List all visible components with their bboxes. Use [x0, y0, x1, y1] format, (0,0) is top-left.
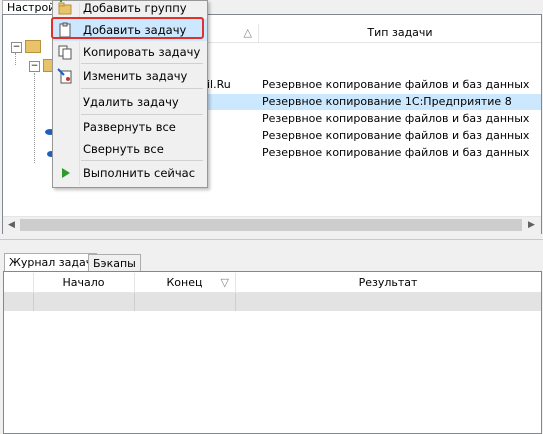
- menu-item-label: Развернуть все: [83, 120, 176, 134]
- menu-item-label: Свернуть все: [83, 142, 164, 156]
- sort-indicator: ▽: [220, 276, 229, 289]
- menu-item-label: Удалить задачу: [83, 95, 179, 109]
- scroll-right-icon[interactable]: ▶: [524, 218, 539, 233]
- tree-collapse-icon[interactable]: −: [11, 42, 22, 53]
- journal-grid-header: Начало Конец ▽ Результат: [4, 273, 541, 293]
- play-icon: [62, 168, 70, 178]
- menu-item-label: Копировать задачу: [83, 45, 201, 59]
- menu-separator: [81, 114, 203, 115]
- task-type: Резервное копирование 1С:Предприятие 8: [262, 95, 512, 108]
- copy-icon: [58, 45, 72, 60]
- column-end[interactable]: Конец ▽: [134, 273, 236, 292]
- scrollbar-thumb[interactable]: [20, 219, 522, 231]
- menu-item-edit-task[interactable]: Изменить задачу: [53, 65, 207, 87]
- splitter-line: [0, 239, 543, 240]
- column-task-type[interactable]: Тип задачи: [259, 24, 541, 42]
- task-name: [207, 145, 259, 161]
- cell-divider: [235, 293, 236, 311]
- task-tree: − −: [3, 15, 57, 233]
- highlight-box: [51, 17, 204, 39]
- menu-item-delete-task[interactable]: Удалить задачу: [53, 91, 207, 113]
- task-type: Резервное копирование файлов и баз данны…: [262, 129, 530, 142]
- folder-add-icon: [58, 0, 72, 15]
- horizontal-scrollbar[interactable]: ◀ ▶: [3, 216, 541, 234]
- tree-line: [15, 53, 17, 65]
- menu-item-copy-task[interactable]: Копировать задачу: [53, 41, 207, 63]
- menu-item-label: Выполнить сейчас: [83, 166, 196, 180]
- tree-line: [34, 73, 36, 163]
- cell-divider: [33, 293, 34, 311]
- column-result[interactable]: Результат: [235, 273, 541, 292]
- task-type: Резервное копирование файлов и баз данны…: [262, 78, 530, 91]
- task-name: [207, 94, 259, 110]
- bottom-tab-strip: Журнал задач Бэкапы: [4, 253, 304, 273]
- menu-separator: [81, 160, 203, 161]
- menu-item-expand-all[interactable]: Развернуть все: [53, 116, 207, 138]
- menu-separator: [81, 88, 203, 89]
- row-indicator-header: [4, 273, 34, 292]
- column-start[interactable]: Начало: [33, 273, 135, 292]
- task-name: [207, 128, 259, 144]
- task-type: Резервное копирование файлов и баз данны…: [262, 112, 530, 125]
- table-row[interactable]: [4, 293, 541, 311]
- tree-collapse-icon[interactable]: −: [29, 61, 40, 72]
- folder-icon: [25, 40, 41, 53]
- menu-item-collapse-all[interactable]: Свернуть все: [53, 138, 207, 160]
- scroll-left-icon[interactable]: ◀: [4, 218, 19, 233]
- task-name: il.Ru: [207, 78, 231, 91]
- edit-task-icon: [57, 68, 72, 84]
- task-name: [207, 111, 259, 127]
- tab-journal[interactable]: Журнал задач: [4, 253, 98, 273]
- cell-divider: [134, 293, 135, 311]
- menu-item-label: Изменить задачу: [83, 69, 188, 83]
- journal-panel: Начало Конец ▽ Результат: [3, 271, 542, 434]
- tab-backups[interactable]: Бэкапы: [88, 254, 141, 272]
- menu-separator: [81, 63, 203, 64]
- task-type: Резервное копирование файлов и баз данны…: [262, 146, 530, 159]
- column-end-label: Конец: [166, 276, 203, 289]
- menu-item-run-now[interactable]: Выполнить сейчас: [53, 162, 207, 184]
- panel-splitter[interactable]: [0, 234, 543, 252]
